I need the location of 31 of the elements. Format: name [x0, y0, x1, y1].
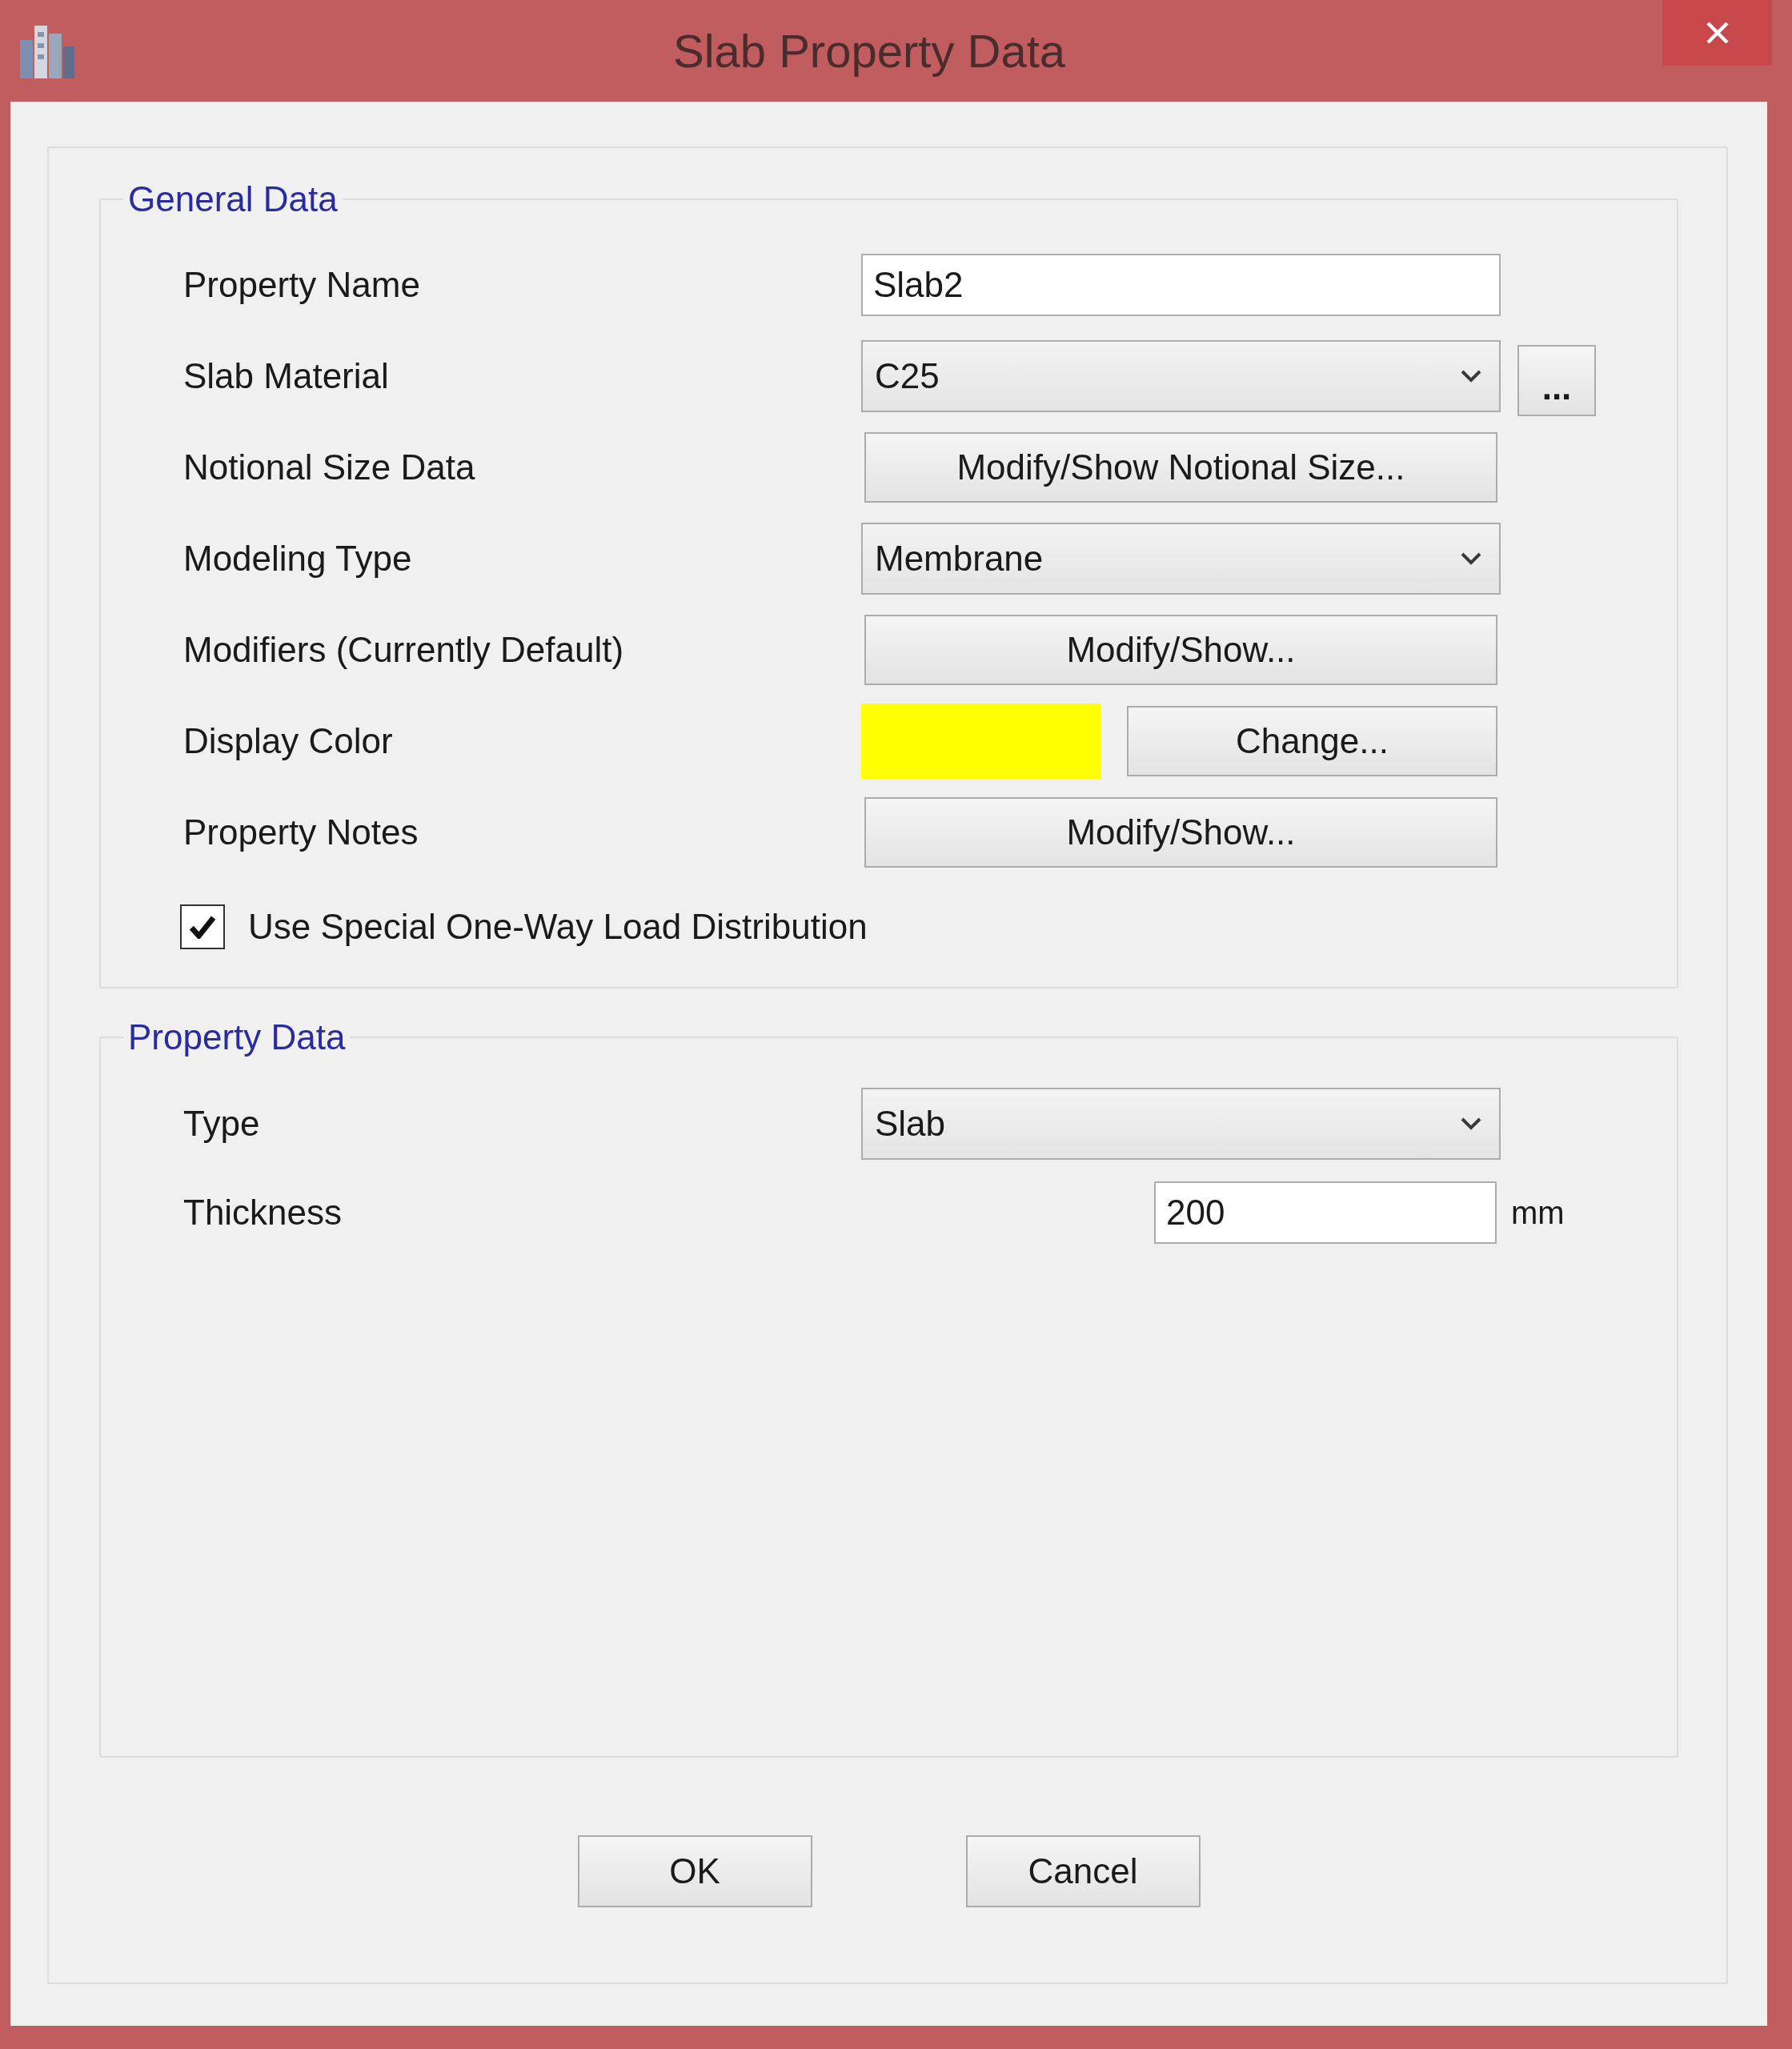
text-field[interactable]: Slab2: [861, 254, 1501, 316]
field-label: Slab Material: [183, 355, 390, 397]
field-label: Modeling Type: [183, 538, 413, 579]
field-label: Type: [183, 1102, 261, 1145]
close-icon: [1706, 22, 1729, 44]
field-label: Notional Size Data: [183, 447, 476, 488]
unit-label: mm: [1511, 1193, 1565, 1232]
field-label: Modifiers (Currently Default): [183, 629, 625, 671]
close-button[interactable]: [1662, 0, 1772, 66]
modify-button[interactable]: Modify/Show Notional Size...: [864, 432, 1497, 503]
dialog-button[interactable]: Cancel: [965, 1835, 1201, 1907]
checkbox-label: Use Special One-Way Load Distribution: [248, 906, 868, 948]
checkbox[interactable]: [180, 904, 225, 949]
dropdown[interactable]: C25: [861, 340, 1501, 412]
dropdown[interactable]: Slab: [861, 1087, 1501, 1160]
field-label: Property Name: [183, 264, 421, 306]
modify-button[interactable]: Modify/Show...: [864, 797, 1497, 868]
dialog-button[interactable]: OK: [577, 1835, 812, 1907]
field-label: Display Color: [183, 720, 394, 762]
ellipsis-button[interactable]: ...: [1517, 344, 1596, 416]
change-button[interactable]: Change...: [1127, 706, 1497, 776]
chevron-down-icon: [1461, 552, 1481, 565]
field-label: Thickness: [183, 1191, 343, 1233]
dropdown[interactable]: Membrane: [861, 523, 1501, 595]
window-title: Slab Property Data: [673, 23, 1065, 78]
chevron-down-icon: [1461, 370, 1481, 383]
check-icon: [189, 915, 216, 939]
chevron-down-icon: [1461, 1117, 1481, 1130]
number-field[interactable]: 200: [1154, 1181, 1497, 1244]
modify-button[interactable]: Modify/Show...: [864, 615, 1497, 685]
field-label: Property Notes: [183, 812, 419, 853]
